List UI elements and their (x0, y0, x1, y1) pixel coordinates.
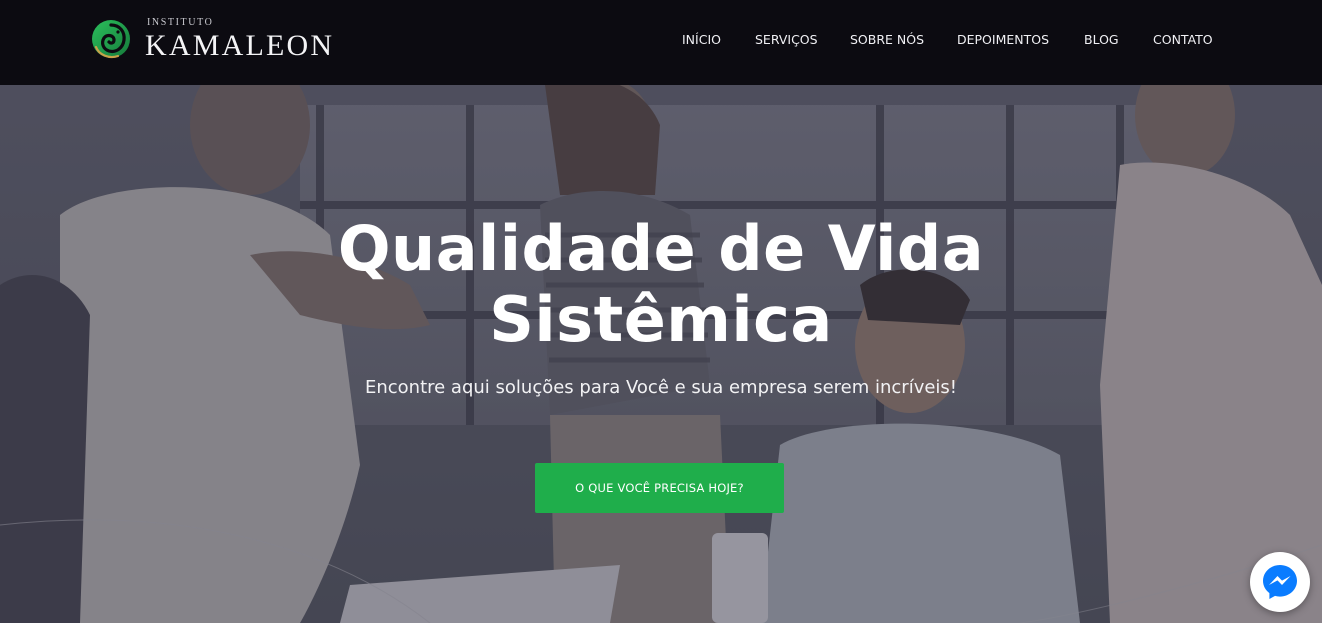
nav-item-inicio[interactable]: INÍCIO (682, 31, 721, 49)
hero-section: Qualidade de Vida Sistêmica Encontre aqu… (0, 85, 1322, 623)
nav-item-servicos[interactable]: SERVIÇOS (755, 31, 818, 49)
messenger-icon (1263, 565, 1297, 599)
site-header: INSTITUTO KAMALEON INÍCIO SERVIÇOS SOBRE… (0, 0, 1322, 85)
hero-title: Qualidade de Vida Sistêmica (0, 213, 1322, 355)
nav-item-depoimentos[interactable]: DEPOIMENTOS (957, 31, 1049, 49)
brand-name: KAMALEON (145, 29, 335, 62)
hero-subtitle: Encontre aqui soluções para Você e sua e… (364, 377, 958, 398)
nav-item-blog[interactable]: BLOG (1084, 31, 1119, 49)
brand-logo[interactable]: INSTITUTO KAMALEON (89, 17, 339, 63)
messenger-chat-button[interactable] (1250, 552, 1310, 612)
main-nav: INÍCIO SERVIÇOS SOBRE NÓS DEPOIMENTOS BL… (622, 31, 1322, 51)
cta-button[interactable]: O QUE VOCÊ PRECISA HOJE? (535, 463, 784, 513)
brand-subtitle: INSTITUTO (147, 17, 214, 28)
hero-title-line-2: Sistêmica (489, 283, 833, 356)
hero-title-line-1: Qualidade de Vida (337, 212, 985, 285)
nav-item-contato[interactable]: CONTATO (1153, 31, 1213, 49)
chameleon-logo-icon (92, 20, 130, 59)
nav-item-sobre-nos[interactable]: SOBRE NÓS (850, 31, 924, 49)
